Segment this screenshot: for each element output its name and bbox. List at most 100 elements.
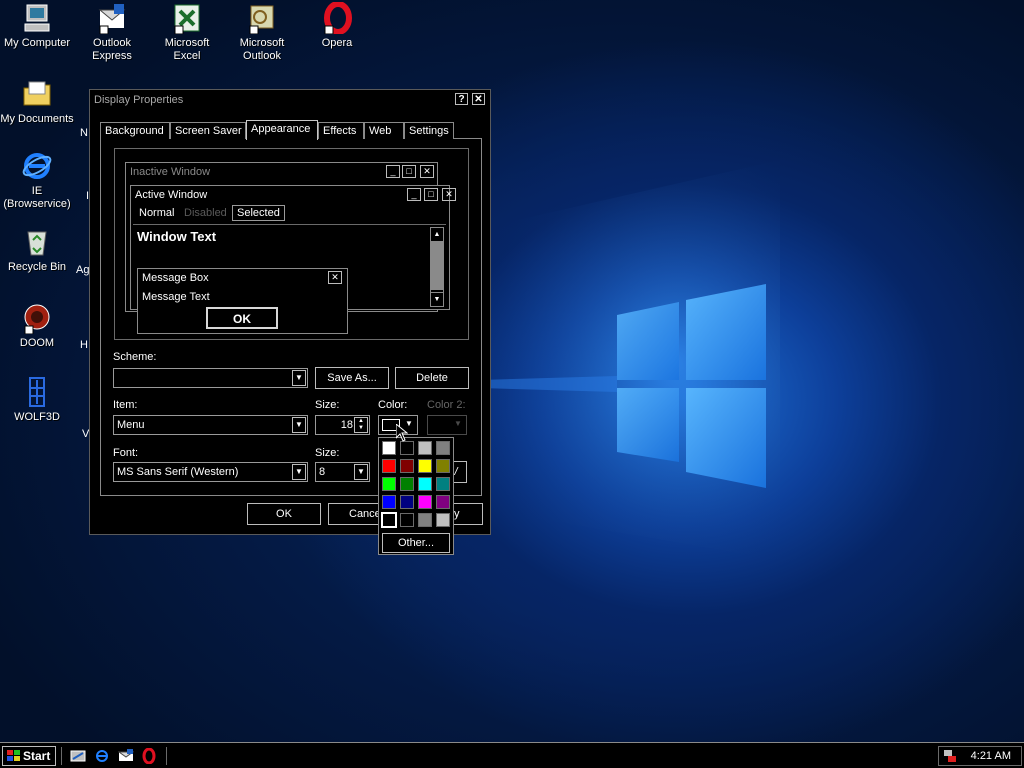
message-text: Message Text bbox=[142, 291, 210, 303]
color-swatch[interactable] bbox=[436, 441, 450, 455]
mouse-cursor-icon bbox=[396, 424, 408, 442]
start-button[interactable]: Start bbox=[2, 746, 56, 766]
item-label: Item: bbox=[113, 399, 138, 411]
desktop-icon-outlook[interactable]: Microsoft Outlook bbox=[225, 2, 299, 63]
tab-settings[interactable]: Settings bbox=[404, 122, 454, 139]
tray-network-icon[interactable] bbox=[943, 749, 957, 763]
close-button[interactable]: ✕ bbox=[472, 93, 485, 105]
color-swatch[interactable] bbox=[400, 459, 414, 473]
color-swatch[interactable] bbox=[418, 459, 432, 473]
desktop-icon-opera[interactable]: Opera bbox=[300, 2, 374, 50]
desktop-icon-my-documents[interactable]: My Documents bbox=[0, 78, 74, 126]
chevron-down-icon[interactable]: ▼ bbox=[292, 417, 306, 433]
color-label: Color: bbox=[378, 399, 408, 411]
color-swatch[interactable] bbox=[381, 512, 397, 528]
color-swatch[interactable] bbox=[400, 495, 414, 509]
color-swatch[interactable] bbox=[400, 513, 414, 527]
spin-arrows-icon[interactable]: ▲ ▼ bbox=[354, 417, 368, 433]
desktop-icon-my-computer[interactable]: My Computer bbox=[0, 2, 74, 50]
system-tray: 4:21 AM bbox=[938, 746, 1022, 766]
maximize-icon: □ bbox=[402, 165, 416, 178]
color-swatch[interactable] bbox=[436, 513, 450, 527]
tab-background[interactable]: Background bbox=[100, 122, 170, 139]
partial-icon-label: Ag bbox=[76, 264, 90, 276]
tab-screen-saver[interactable]: Screen Saver bbox=[170, 122, 246, 139]
outlook-express-icon bbox=[98, 4, 126, 34]
color-swatch[interactable] bbox=[418, 477, 432, 491]
menu-disabled: Disabled bbox=[184, 207, 227, 219]
opera-icon bbox=[324, 2, 352, 34]
color-swatch[interactable] bbox=[418, 513, 432, 527]
tab-web[interactable]: Web bbox=[364, 122, 404, 139]
scroll-up-icon: ▲ bbox=[431, 228, 443, 242]
close-icon: ✕ bbox=[328, 271, 342, 284]
color-swatch[interactable] bbox=[400, 477, 414, 491]
scrollbar: ▲ ▼ bbox=[430, 227, 444, 307]
wolf3d-icon bbox=[29, 377, 45, 407]
tab-effects[interactable]: Effects bbox=[318, 122, 364, 139]
color-swatch[interactable] bbox=[400, 441, 414, 455]
message-box-ok-button: OK bbox=[206, 307, 278, 329]
tab-appearance[interactable]: Appearance bbox=[246, 120, 318, 140]
font-label: Font: bbox=[113, 447, 139, 459]
message-box-preview: Message Box ✕ Message Text OK bbox=[137, 268, 348, 334]
save-as-button[interactable]: Save As... bbox=[315, 367, 389, 389]
desktop-icon-recycle-bin[interactable]: Recycle Bin bbox=[0, 226, 74, 274]
show-desktop-icon[interactable] bbox=[70, 748, 86, 764]
desktop-icon-outlook-express[interactable]: Outlook Express bbox=[75, 2, 149, 63]
color-swatch[interactable] bbox=[436, 477, 450, 491]
windows-flag-icon bbox=[7, 750, 20, 761]
taskbar-separator bbox=[61, 747, 64, 765]
partial-icon-label: N bbox=[80, 127, 88, 139]
scheme-select[interactable]: ▼ bbox=[113, 368, 308, 388]
color-swatch[interactable] bbox=[418, 441, 432, 455]
appearance-preview[interactable]: Inactive Window _ □ ✕ Active Window _ □ … bbox=[114, 148, 469, 340]
color-swatch[interactable] bbox=[382, 441, 396, 455]
outlook-icon bbox=[249, 5, 274, 34]
desktop-icon-wolf3d[interactable]: WOLF3D bbox=[0, 376, 74, 424]
window-text: Window Text bbox=[137, 229, 217, 244]
chevron-down-icon[interactable]: ▼ bbox=[292, 370, 306, 386]
clock[interactable]: 4:21 AM bbox=[971, 750, 1011, 762]
inactive-window-title: Inactive Window bbox=[130, 166, 211, 178]
delete-button[interactable]: Delete bbox=[395, 367, 469, 389]
chevron-down-icon[interactable]: ▼ bbox=[354, 464, 368, 480]
menu-selected: Selected bbox=[232, 205, 285, 221]
scroll-thumb bbox=[431, 242, 443, 290]
chevron-down-icon[interactable]: ▼ bbox=[292, 464, 306, 480]
color-swatch[interactable] bbox=[382, 495, 396, 509]
help-button[interactable]: ? bbox=[455, 93, 468, 105]
chevron-down-icon: ▼ bbox=[454, 419, 462, 428]
color-swatch[interactable] bbox=[418, 495, 432, 509]
folder-icon bbox=[23, 81, 51, 106]
maximize-icon: □ bbox=[424, 188, 438, 201]
minimize-icon: _ bbox=[386, 165, 400, 178]
desktop-icon-excel[interactable]: Microsoft Excel bbox=[150, 2, 224, 63]
font-select[interactable]: MS Sans Serif (Western) ▼ bbox=[113, 462, 308, 482]
desktop-icon-doom[interactable]: DOOM bbox=[0, 302, 74, 350]
outlook-express-icon[interactable] bbox=[118, 748, 134, 764]
internet-explorer-icon[interactable] bbox=[94, 748, 110, 764]
menu-normal: Normal bbox=[139, 207, 175, 219]
desktop-icon-ie[interactable]: IE (Browservice) bbox=[0, 150, 74, 211]
ok-button[interactable]: OK bbox=[247, 503, 321, 525]
minimize-icon: _ bbox=[407, 188, 421, 201]
item-select[interactable]: Menu ▼ bbox=[113, 415, 308, 435]
item-size-spinner[interactable]: 18 ▲ ▼ bbox=[315, 415, 370, 435]
color-swatch[interactable] bbox=[382, 477, 396, 491]
close-icon: ✕ bbox=[420, 165, 434, 178]
color-swatch[interactable] bbox=[382, 459, 396, 473]
excel-icon bbox=[174, 4, 200, 34]
doom-icon bbox=[24, 304, 50, 334]
other-color-button[interactable]: Other... bbox=[382, 533, 450, 553]
font-size-select[interactable]: 8 ▼ bbox=[315, 462, 370, 482]
color-swatch[interactable] bbox=[436, 495, 450, 509]
color2-label: Color 2: bbox=[427, 399, 466, 411]
color2-picker-button: ▼ bbox=[427, 415, 467, 435]
color-swatch[interactable] bbox=[436, 459, 450, 473]
opera-icon[interactable] bbox=[141, 748, 157, 764]
dialog-titlebar[interactable]: Display Properties ? ✕ bbox=[90, 90, 490, 110]
scroll-down-icon: ▼ bbox=[431, 292, 443, 306]
dialog-title: Display Properties bbox=[94, 94, 184, 106]
font-size-label: Size: bbox=[315, 447, 340, 459]
